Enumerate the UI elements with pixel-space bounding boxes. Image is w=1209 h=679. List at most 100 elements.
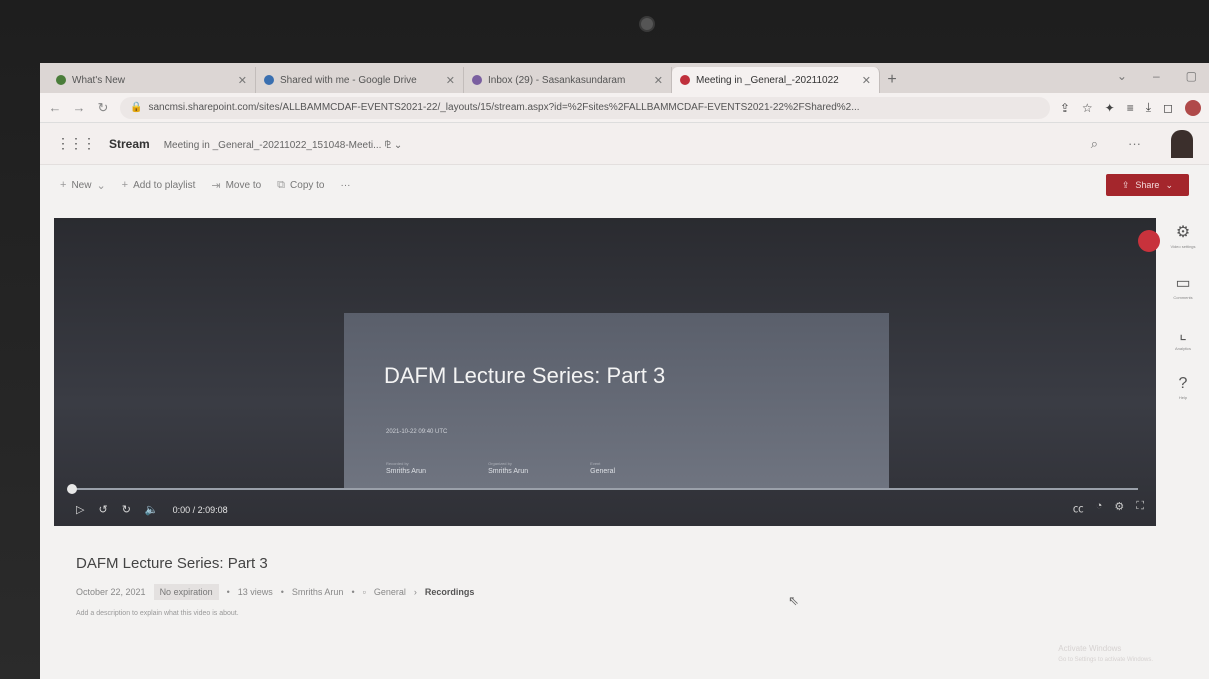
- extension-icon[interactable]: ✦: [1105, 101, 1115, 115]
- tab-strip: What's New ✕ Shared with me - Google Dri…: [40, 63, 1209, 93]
- app-launcher-icon[interactable]: ⋮⋮⋮: [56, 135, 96, 152]
- progress-handle[interactable]: [67, 484, 77, 494]
- minimize-icon[interactable]: –: [1153, 69, 1160, 83]
- extension-icons: ⇪ ☆ ✦ ≡ ⤓ ◻: [1060, 99, 1201, 116]
- slide-title: DAFM Lecture Series: Part 3: [384, 363, 666, 388]
- video-settings-button[interactable]: ⚙ Video settings: [1170, 222, 1195, 249]
- app-header: ⋮⋮⋮ Stream Meeting in _General_-20211022…: [40, 123, 1209, 165]
- comments-button[interactable]: ▭ Comments: [1173, 273, 1192, 300]
- mail-icon: [472, 75, 482, 85]
- new-tab-button[interactable]: +: [880, 67, 904, 93]
- window-controls: ⌄ – ▢: [1117, 69, 1197, 83]
- comments-icon: ▭: [1175, 275, 1191, 292]
- right-pane: ⚙ Video settings ▭ Comments ⌞ Analytics …: [1157, 218, 1209, 448]
- close-icon[interactable]: ✕: [238, 74, 247, 87]
- analytics-icon: ⌞: [1179, 326, 1187, 343]
- captions-icon[interactable]: ㏄: [1073, 500, 1084, 516]
- rewind-icon[interactable]: ↺: [98, 503, 107, 516]
- speed-icon[interactable]: ◔: [1096, 500, 1103, 516]
- slide-meta: Recorded by Smriths Arun Organized by Smri…: [386, 461, 616, 475]
- back-icon[interactable]: ←: [48, 100, 62, 115]
- tab-title: Shared with me - Google Drive: [280, 74, 417, 86]
- browser-tab[interactable]: Shared with me - Google Drive ✕: [256, 67, 464, 93]
- plus-icon: +: [60, 179, 67, 191]
- video-player[interactable]: DAFM Lecture Series: Part 3 2021-10-22 0…: [54, 218, 1160, 526]
- address-bar-row: ← → ↻ 🔒 sancmsi.sharepoint.com/sites/ALL…: [40, 93, 1209, 123]
- new-button[interactable]: + New ⌄: [60, 179, 106, 192]
- tab-title: Inbox (29) - Sasankasundaram: [488, 74, 626, 86]
- webcam: [641, 18, 653, 30]
- forward-icon[interactable]: →: [72, 100, 86, 115]
- forward-icon[interactable]: ↻: [122, 503, 131, 516]
- breadcrumb[interactable]: Meeting in _General_-20211022_151048-Mee…: [164, 137, 403, 151]
- video-details: DAFM Lecture Series: Part 3 October 22, …: [76, 555, 1169, 617]
- maximize-icon[interactable]: ▢: [1186, 69, 1197, 83]
- url-field[interactable]: 🔒 sancmsi.sharepoint.com/sites/ALLBAMMCD…: [120, 96, 1050, 119]
- drive-icon: [264, 75, 274, 85]
- add-to-playlist-button[interactable]: + Add to playlist: [122, 179, 196, 191]
- download-icon[interactable]: ⤓: [1146, 100, 1151, 115]
- play-icon[interactable]: ▷: [76, 503, 84, 516]
- player-controls-right: ㏄ ◔ ⚙ ⛶: [1073, 500, 1144, 516]
- browser-window: What's New ✕ Shared with me - Google Dri…: [40, 63, 1209, 679]
- app-name[interactable]: Stream: [109, 137, 150, 151]
- slide-date: 2021-10-22 09:40 UTC: [386, 429, 448, 435]
- reload-icon[interactable]: ↻: [96, 100, 110, 116]
- video-slide: DAFM Lecture Series: Part 3 2021-10-22 0…: [344, 313, 889, 488]
- close-icon[interactable]: ✕: [862, 74, 871, 87]
- browser-tab-active[interactable]: Meeting in _General_-20211022 ✕: [672, 67, 880, 93]
- playlist-icon[interactable]: ≡: [1127, 101, 1134, 115]
- tab-favicon-icon: [56, 75, 66, 85]
- activate-windows-watermark: Activate Windows Go to Settings to activ…: [1058, 644, 1153, 663]
- search-icon[interactable]: ⌕: [1091, 136, 1098, 152]
- chevron-down-icon[interactable]: ⌄: [1117, 69, 1127, 83]
- settings-icon[interactable]: ⚙: [1114, 500, 1124, 516]
- analytics-button[interactable]: ⌞ Analytics: [1175, 324, 1191, 351]
- folder-icon: ▫: [362, 587, 366, 597]
- description-field[interactable]: Add a description to explain what this v…: [76, 610, 1169, 617]
- settings-icon: ⚙: [1175, 224, 1191, 241]
- lock-icon: 🔒: [130, 102, 143, 113]
- author-link[interactable]: Smriths Arun: [292, 587, 344, 597]
- close-icon[interactable]: ✕: [654, 74, 663, 87]
- profile-avatar[interactable]: [1185, 99, 1201, 116]
- chevron-down-icon: ⌄: [1165, 179, 1173, 190]
- more-icon[interactable]: ···: [1128, 136, 1141, 151]
- video-meta: October 22, 2021 No expiration • 13 view…: [76, 584, 1169, 600]
- plus-icon: +: [121, 179, 129, 191]
- command-bar: + New ⌄ + Add to playlist ⇥ Move to ⧉ Co…: [40, 165, 1209, 205]
- share-icon: ⇪: [1121, 179, 1130, 190]
- view-count: 13 views: [237, 587, 273, 597]
- avatar[interactable]: [1171, 129, 1193, 158]
- channel-link[interactable]: General: [374, 587, 406, 597]
- mouse-cursor-icon: ⇖: [788, 593, 799, 608]
- close-icon[interactable]: ✕: [446, 74, 455, 87]
- help-button[interactable]: ? Help: [1179, 375, 1188, 400]
- window-icon[interactable]: ◻: [1163, 101, 1173, 115]
- more-commands-button[interactable]: ···: [341, 180, 351, 191]
- move-icon: ⇥: [211, 179, 221, 192]
- player-controls: ▷ ↺ ↻ 🔈 0:00 / 2:09:08: [76, 503, 228, 516]
- stream-icon: [680, 75, 690, 85]
- expiration-badge[interactable]: No expiration: [153, 584, 219, 600]
- browser-tab[interactable]: What's New ✕: [48, 67, 256, 93]
- share-page-icon[interactable]: ⇪: [1060, 101, 1070, 115]
- time-readout: 0:00 / 2:09:08: [172, 504, 228, 515]
- fullscreen-icon[interactable]: ⛶: [1136, 500, 1144, 516]
- copy-icon: ⧉: [277, 178, 286, 191]
- move-to-button[interactable]: ⇥ Move to: [211, 179, 261, 192]
- help-icon: ?: [1178, 375, 1188, 392]
- tab-title: Meeting in _General_-20211022: [696, 74, 839, 86]
- volume-icon[interactable]: 🔈: [145, 503, 159, 516]
- star-icon[interactable]: ☆: [1082, 101, 1093, 115]
- tab-title: What's New: [72, 74, 126, 86]
- browser-tab[interactable]: Inbox (29) - Sasankasundaram ✕: [464, 67, 672, 93]
- copy-to-button[interactable]: ⧉ Copy to: [277, 179, 324, 192]
- folder-link[interactable]: Recordings: [425, 587, 475, 597]
- video-date: October 22, 2021: [76, 587, 146, 597]
- url-text: sancmsi.sharepoint.com/sites/ALLBAMMCDAF…: [148, 102, 860, 113]
- share-button[interactable]: ⇪ Share ⌄: [1105, 174, 1189, 196]
- chevron-down-icon: ⌄: [96, 179, 106, 192]
- video-title: DAFM Lecture Series: Part 3: [76, 555, 268, 572]
- progress-bar[interactable]: [67, 484, 1138, 494]
